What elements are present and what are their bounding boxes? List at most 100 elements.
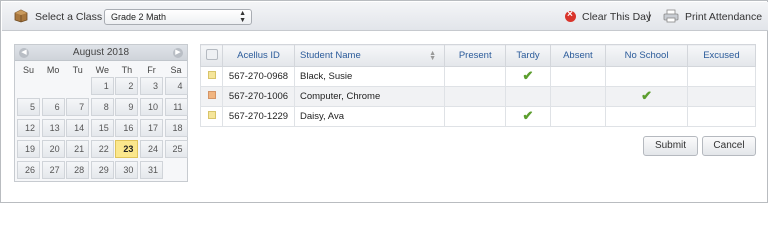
present-cell[interactable] xyxy=(443,86,507,107)
student-name-cell: Daisy, Ava xyxy=(294,106,445,127)
excused-cell[interactable] xyxy=(686,106,757,127)
calendar-day[interactable]: 25 xyxy=(164,140,188,158)
tardy-cell[interactable] xyxy=(505,86,551,107)
absent-cell[interactable] xyxy=(549,106,607,127)
tardy-cell[interactable]: ✔ xyxy=(505,106,551,127)
calendar-day[interactable]: 12 xyxy=(17,119,40,137)
attendance-table: Acellus ID Student Name ▲ ▼ Present Tardy … xyxy=(200,44,757,127)
header-excused[interactable]: Excused xyxy=(686,44,757,67)
table-header-row: Acellus ID Student Name ▲ ▼ Present Tardy … xyxy=(200,44,757,67)
calendar-day[interactable]: 18 xyxy=(164,119,188,137)
calendar-empty-cell xyxy=(17,77,40,95)
header-absent[interactable]: Absent xyxy=(549,44,607,67)
calendar-day[interactable]: 14 xyxy=(66,119,90,137)
cancel-button[interactable]: Cancel xyxy=(702,136,756,156)
no-school-cell[interactable] xyxy=(605,66,688,87)
calendar-empty-cell xyxy=(66,77,89,95)
header-acellus-id[interactable]: Acellus ID xyxy=(222,44,295,67)
calendar-day[interactable]: 26 xyxy=(17,161,40,179)
toolbar-separator: | xyxy=(648,11,651,22)
print-attendance-link[interactable]: Print Attendance xyxy=(685,11,762,23)
weekday-label: Su xyxy=(22,65,34,75)
calendar-day[interactable]: 9 xyxy=(115,98,139,116)
calendar-day[interactable]: 7 xyxy=(66,98,90,116)
row-marker-icon[interactable] xyxy=(207,71,216,79)
class-select-value: Grade 2 Math xyxy=(111,12,167,22)
calendar-day[interactable]: 13 xyxy=(41,119,65,137)
calendar-day[interactable]: 31 xyxy=(139,161,163,179)
calendar-day[interactable]: 22 xyxy=(90,140,114,158)
student-name-cell: Computer, Chrome xyxy=(294,86,445,107)
row-select-cell[interactable] xyxy=(200,86,223,107)
class-select[interactable]: Grade 2 Math ▲ ▼ xyxy=(104,9,252,25)
calendar-day[interactable]: 30 xyxy=(115,161,139,179)
excused-cell[interactable] xyxy=(686,66,757,87)
row-marker-icon[interactable] xyxy=(207,111,216,119)
calendar-title: August 2018 xyxy=(72,47,130,58)
printer-icon[interactable] xyxy=(663,9,679,23)
calendar-day[interactable]: 19 xyxy=(17,140,40,158)
clear-this-day-link[interactable]: Clear This Day xyxy=(582,11,651,23)
calendar-day-selected[interactable]: 23 xyxy=(115,140,139,158)
no-school-cell[interactable] xyxy=(605,106,688,127)
absent-cell[interactable] xyxy=(549,86,607,107)
acellus-id-cell: 567-270-1229 xyxy=(222,106,295,127)
calendar-empty-cell xyxy=(165,161,188,179)
calendar-day[interactable]: 2 xyxy=(115,77,139,95)
calendar-day[interactable]: 10 xyxy=(139,98,163,116)
calendar-day[interactable]: 28 xyxy=(66,161,90,179)
header-student-name-label: Student Name xyxy=(300,50,361,61)
present-cell[interactable] xyxy=(443,66,507,87)
calendar: ◀ August 2018 ▶ Su Mo Tu We Th Fr Sa 1 2 3 4 5 6 7 8 9 1… xyxy=(14,44,188,182)
sort-icon[interactable]: ▲ ▼ xyxy=(429,50,436,62)
submit-button[interactable]: Submit xyxy=(643,136,698,156)
calendar-day[interactable]: 1 xyxy=(90,77,114,95)
select-all-header[interactable] xyxy=(200,44,223,67)
calendar-day[interactable]: 11 xyxy=(164,98,188,116)
clear-icon[interactable] xyxy=(565,9,576,22)
calendar-day[interactable]: 6 xyxy=(41,98,65,116)
calendar-day[interactable]: 20 xyxy=(41,140,65,158)
excused-cell[interactable] xyxy=(686,86,757,107)
student-name-cell: Black, Susie xyxy=(294,66,445,87)
header-no-school[interactable]: No School xyxy=(605,44,688,67)
present-cell[interactable] xyxy=(443,106,507,127)
calendar-day[interactable]: 21 xyxy=(66,140,90,158)
toolbar: Select a Class Grade 2 Math ▲▼ Clear Thi… xyxy=(2,2,768,31)
select-arrows-icon: ▲ ▼ xyxy=(239,10,246,24)
acellus-id-cell: 567-270-0968 xyxy=(222,66,295,87)
calendar-day[interactable]: 5 xyxy=(17,98,40,116)
calendar-day[interactable]: 4 xyxy=(164,77,188,95)
row-marker-icon[interactable] xyxy=(207,91,216,99)
header-present[interactable]: Present xyxy=(443,44,507,67)
check-icon[interactable]: ✔ xyxy=(523,108,534,123)
header-tardy[interactable]: Tardy xyxy=(505,44,551,67)
calendar-day[interactable]: 8 xyxy=(90,98,114,116)
select-all-icon[interactable] xyxy=(205,48,218,60)
calendar-day[interactable]: 29 xyxy=(90,161,114,179)
table-row[interactable]: 567-270-1229 Daisy, Ava ✔ xyxy=(200,106,757,127)
calendar-day[interactable]: 3 xyxy=(139,77,163,95)
calendar-day[interactable]: 16 xyxy=(115,119,139,137)
weekday-label: Th xyxy=(121,65,133,75)
table-row[interactable]: 567-270-1006 Computer, Chrome ✔ xyxy=(200,86,757,107)
calendar-day[interactable]: 17 xyxy=(139,119,163,137)
header-student-name[interactable]: Student Name ▲ ▼ xyxy=(294,44,445,67)
weekday-label: Sa xyxy=(170,65,182,75)
tardy-cell[interactable]: ✔ xyxy=(505,66,551,87)
calendar-empty-cell xyxy=(42,77,65,95)
calendar-day[interactable]: 15 xyxy=(90,119,114,137)
weekday-label: We xyxy=(95,65,109,75)
calendar-day[interactable]: 24 xyxy=(139,140,163,158)
row-select-cell[interactable] xyxy=(200,66,223,87)
absent-cell[interactable] xyxy=(549,66,607,87)
no-school-cell[interactable]: ✔ xyxy=(605,86,688,107)
next-month-icon[interactable]: ▶ xyxy=(173,48,183,58)
weekday-label: Fr xyxy=(147,65,156,75)
table-row[interactable]: 567-270-0968 Black, Susie ✔ xyxy=(200,66,757,87)
row-select-cell[interactable] xyxy=(200,106,223,127)
check-icon[interactable]: ✔ xyxy=(641,88,652,103)
weekday-label: Tu xyxy=(72,65,83,75)
check-icon[interactable]: ✔ xyxy=(523,68,534,83)
calendar-day[interactable]: 27 xyxy=(41,161,65,179)
